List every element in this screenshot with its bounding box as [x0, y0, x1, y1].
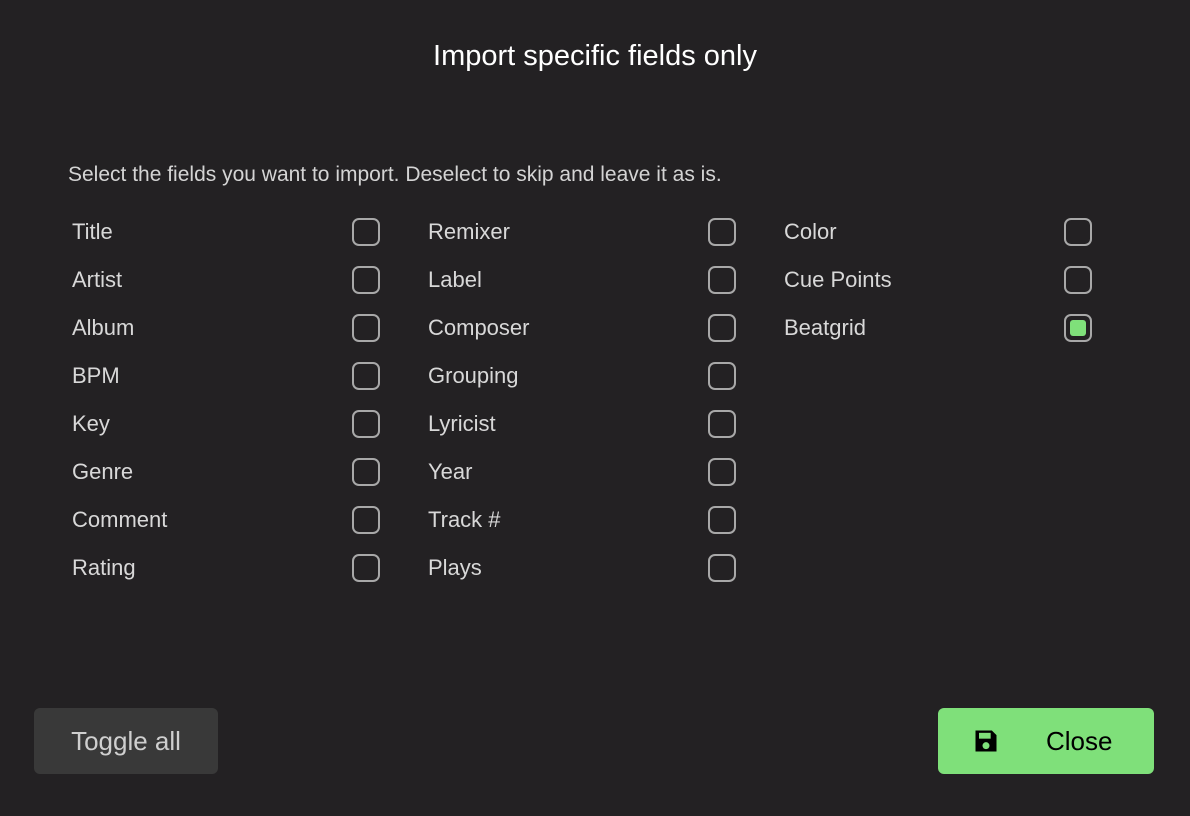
field-checkbox[interactable]: [1064, 314, 1092, 342]
field-checkbox[interactable]: [352, 458, 380, 486]
fields-column-1: Title Artist Album BPM Key Genre Comment Rating: [72, 208, 380, 592]
field-row-title[interactable]: Title: [72, 208, 380, 256]
field-label: Comment: [72, 507, 168, 532]
field-row-remixer[interactable]: Remixer: [428, 208, 736, 256]
field-row-key[interactable]: Key: [72, 400, 380, 448]
close-button-label: Close: [1046, 725, 1113, 756]
close-button[interactable]: Close: [938, 708, 1154, 774]
field-checkbox[interactable]: [352, 554, 380, 582]
field-checkbox[interactable]: [708, 554, 736, 582]
field-row-track[interactable]: Track #: [428, 496, 736, 544]
field-checkbox[interactable]: [708, 410, 736, 438]
field-row-lyricist[interactable]: Lyricist: [428, 400, 736, 448]
field-checkbox[interactable]: [708, 506, 736, 534]
field-label: Rating: [72, 555, 136, 580]
fields-column-3: Color Cue Points Beatgrid: [784, 208, 1092, 352]
field-label: Year: [428, 459, 473, 484]
field-row-genre[interactable]: Genre: [72, 448, 380, 496]
field-label: Label: [428, 267, 482, 292]
field-checkbox[interactable]: [352, 506, 380, 534]
field-label: Composer: [428, 315, 530, 340]
field-label: BPM: [72, 363, 120, 388]
field-row-artist[interactable]: Artist: [72, 256, 380, 304]
field-label: Remixer: [428, 219, 510, 244]
field-label: Grouping: [428, 363, 519, 388]
dialog-title: Import specific fields only: [433, 40, 757, 72]
field-row-label[interactable]: Label: [428, 256, 736, 304]
dialog-description: Select the fields you want to import. De…: [68, 163, 722, 186]
floppy-disk-icon: [975, 730, 997, 752]
field-label: Plays: [428, 555, 482, 580]
field-checkbox[interactable]: [708, 362, 736, 390]
field-row-grouping[interactable]: Grouping: [428, 352, 736, 400]
field-label: Album: [72, 315, 135, 340]
field-checkbox[interactable]: [1064, 218, 1092, 246]
field-checkbox[interactable]: [352, 410, 380, 438]
field-row-color[interactable]: Color: [784, 208, 1092, 256]
field-checkbox[interactable]: [352, 314, 380, 342]
field-row-plays[interactable]: Plays: [428, 544, 736, 592]
field-row-bpm[interactable]: BPM: [72, 352, 380, 400]
field-label: Track #: [428, 507, 501, 532]
field-checkbox[interactable]: [708, 458, 736, 486]
field-label: Color: [784, 219, 837, 244]
field-row-composer[interactable]: Composer: [428, 304, 736, 352]
field-label: Artist: [72, 267, 123, 292]
field-checkbox[interactable]: [352, 266, 380, 294]
field-row-comment[interactable]: Comment: [72, 496, 380, 544]
fields-column-2: Remixer Label Composer Grouping Lyricist Year…: [428, 208, 736, 592]
field-checkbox[interactable]: [1064, 266, 1092, 294]
field-label: Key: [72, 411, 110, 436]
field-row-beatgrid[interactable]: Beatgrid: [784, 304, 1092, 352]
field-label: Lyricist: [428, 411, 496, 436]
field-checkbox[interactable]: [352, 362, 380, 390]
field-row-album[interactable]: Album: [72, 304, 380, 352]
field-row-year[interactable]: Year: [428, 448, 736, 496]
field-checkbox[interactable]: [708, 218, 736, 246]
field-label: Title: [72, 219, 113, 244]
toggle-all-button[interactable]: Toggle all: [34, 708, 218, 774]
field-checkbox[interactable]: [708, 266, 736, 294]
field-row-cue-points[interactable]: Cue Points: [784, 256, 1092, 304]
field-checkbox[interactable]: [352, 218, 380, 246]
field-row-rating[interactable]: Rating: [72, 544, 380, 592]
field-checkbox[interactable]: [708, 314, 736, 342]
field-label: Cue Points: [784, 267, 892, 292]
field-label: Beatgrid: [784, 315, 866, 340]
field-label: Genre: [72, 459, 134, 484]
